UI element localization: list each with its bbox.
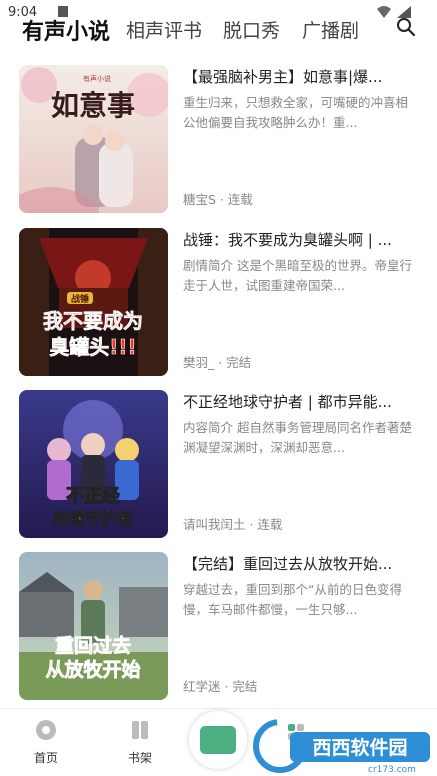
cover-title: 不正经: [66, 485, 120, 507]
cover-title: 重回过去: [55, 634, 131, 657]
list-item[interactable]: 有声小说 如意事 【最强脑补男主】如意事|爆... 重生归来，只想救全家，可嘴硬…: [19, 65, 419, 215]
cover-tag: 有声小说: [83, 74, 111, 83]
home-icon: [36, 720, 56, 740]
list-item[interactable]: 重回过去 从放牧开始 【完结】重回过去从放牧开始... 穿越过去，重回到那个“从…: [19, 552, 419, 702]
play-button[interactable]: [189, 711, 247, 769]
nav-shelf-label: 书架: [127, 751, 152, 765]
book-cover[interactable]: 战锤 我不要成为 臭罐头!!!: [19, 228, 168, 376]
book-description: 重生归来，只想救全家，可嘴硬的冲喜相公他偏要自我攻略肿么办！重...: [183, 95, 409, 130]
book-meta: 糖宝S · 连载: [183, 192, 253, 207]
book-meta: 樊羽_ · 完结: [183, 355, 252, 370]
player-icon: [200, 726, 236, 754]
book-cover[interactable]: 有声小说 如意事: [19, 65, 168, 213]
nav-shelf[interactable]: 书架: [110, 719, 170, 766]
book-title[interactable]: 不正经地球守护者 | 都市异能...: [183, 392, 415, 412]
book-meta: 红学迷 · 完结: [183, 679, 258, 694]
tab-audio-novel[interactable]: 有声小说: [22, 14, 110, 46]
nav-home-label: 首页: [33, 751, 58, 765]
book-cover[interactable]: 不正经 地球守护者: [19, 390, 168, 538]
list-item[interactable]: 不正经 地球守护者 不正经地球守护者 | 都市异能... 内容简介 超自然事务管…: [19, 390, 419, 540]
list-item[interactable]: 战锤 我不要成为 臭罐头!!! 战锤：我不要成为臭罐头啊 | ... 剧情简介 …: [19, 228, 419, 378]
book-title[interactable]: 【完结】重回过去从放牧开始...: [183, 554, 415, 574]
cover-title: 如意事: [51, 89, 135, 122]
book-title[interactable]: 【最强脑补男主】如意事|爆...: [183, 67, 415, 87]
bookshelf-icon: [132, 721, 148, 739]
book-description: 内容简介 超自然事务管理局同名作者著楚渊凝望深渊时，深渊却恶意...: [183, 420, 412, 455]
cover-subtitle: 臭罐头!!!: [49, 335, 136, 359]
search-icon[interactable]: [396, 17, 416, 37]
tab-radio-drama[interactable]: 广播剧: [302, 16, 359, 43]
nav-home[interactable]: 首页: [16, 719, 76, 766]
book-description: 剧情简介 这是个黑暗至极的世界。帝皇行走于人世，试图重建帝国荣...: [183, 258, 412, 293]
cover-tag: 战锤: [71, 293, 89, 305]
cover-subtitle: 从放牧开始: [45, 658, 140, 681]
book-cover[interactable]: 重回过去 从放牧开始: [19, 552, 168, 700]
book-title[interactable]: 战锤：我不要成为臭罐头啊 | ...: [183, 230, 415, 250]
category-tabs: 有声小说 相声评书 脱口秀 广播剧: [0, 12, 437, 46]
watermark-url: cr173.com: [368, 765, 416, 775]
watermark-text: 西西软件园: [312, 736, 407, 759]
book-description: 穿越过去，重回到那个“从前的日色变得慢，车马邮件都慢，一生只够...: [183, 582, 402, 617]
tab-crosstalk[interactable]: 相声评书: [126, 16, 202, 43]
watermark: 西西软件园 cr173.com: [252, 718, 437, 776]
book-meta: 请叫我闰土 · 连载: [183, 517, 283, 532]
tab-talk-show[interactable]: 脱口秀: [223, 16, 280, 43]
cover-title: 我不要成为: [43, 309, 143, 333]
cover-subtitle: 地球守护者: [53, 509, 133, 528]
